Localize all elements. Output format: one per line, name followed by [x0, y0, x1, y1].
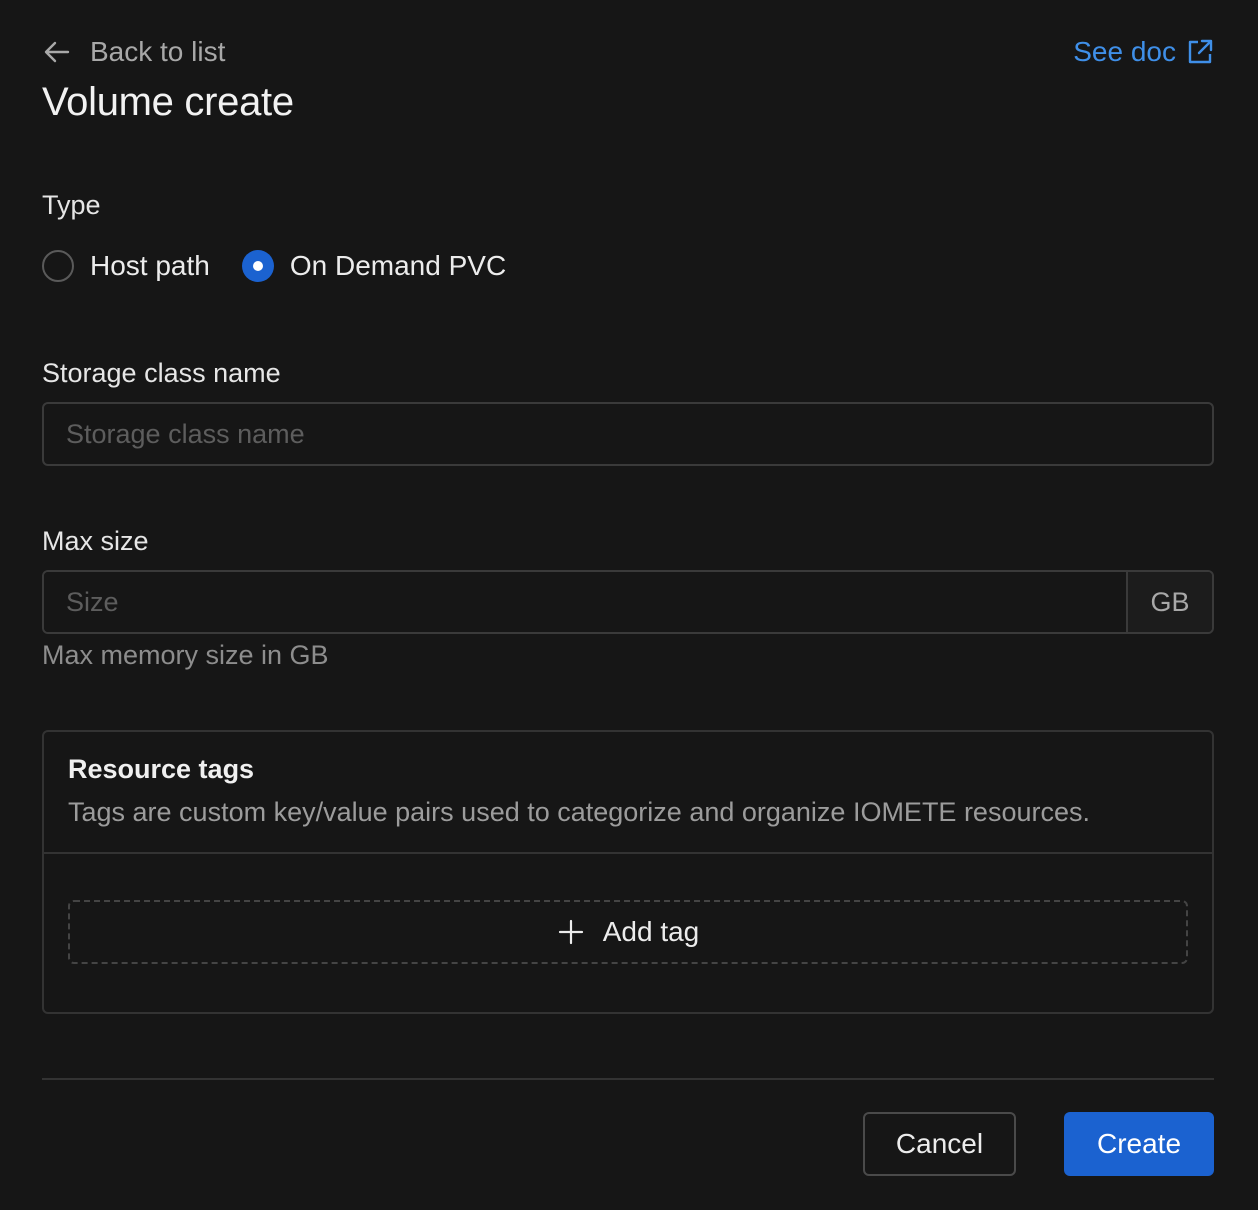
back-to-list-link[interactable]: Back to list: [42, 36, 225, 68]
radio-on-demand-pvc-label: On Demand PVC: [289, 250, 507, 281]
resource-tags-card: Resource tags Tags are custom key/value …: [42, 730, 1214, 1014]
see-doc-label: See doc: [1073, 36, 1176, 67]
see-doc-link[interactable]: See doc: [1073, 36, 1214, 68]
radio-host-path-label: Host path: [90, 250, 210, 281]
type-label: Type: [42, 190, 101, 220]
footer-divider: [42, 1078, 1214, 1080]
back-to-list-label: Back to list: [90, 36, 226, 67]
resource-tags-header: Resource tags Tags are custom key/value …: [44, 732, 1212, 854]
resource-tags-title: Resource tags: [68, 754, 255, 784]
page-title: Volume create: [42, 80, 294, 124]
storage-class-input[interactable]: [42, 402, 1214, 466]
type-radio-group: Host path On Demand PVC: [42, 246, 538, 286]
external-link-icon: [1186, 38, 1214, 66]
max-size-input-group: GB: [42, 570, 1214, 634]
max-size-input[interactable]: [44, 572, 1126, 632]
add-tag-label: Add tag: [602, 916, 700, 947]
storage-class-label: Storage class name: [42, 358, 281, 388]
volume-create-page: Back to list See doc Volume create Type …: [0, 0, 1258, 1210]
radio-host-path[interactable]: Host path: [42, 250, 210, 282]
resource-tags-description: Tags are custom key/value pairs used to …: [68, 797, 1090, 827]
radio-on-demand-pvc-circle[interactable]: [241, 250, 274, 282]
radio-on-demand-pvc[interactable]: On Demand PVC: [241, 250, 507, 282]
arrow-left-icon: [42, 37, 72, 67]
radio-host-path-circle[interactable]: [42, 250, 74, 282]
add-tag-button[interactable]: Add tag: [68, 900, 1188, 964]
top-row: Back to list See doc: [42, 34, 1214, 70]
plus-icon: [557, 918, 585, 946]
max-size-help-text: Max memory size in GB: [42, 640, 329, 670]
create-button[interactable]: Create: [1064, 1112, 1214, 1176]
max-size-label: Max size: [42, 526, 149, 556]
max-size-unit: GB: [1126, 572, 1212, 632]
cancel-button[interactable]: Cancel: [863, 1112, 1016, 1176]
